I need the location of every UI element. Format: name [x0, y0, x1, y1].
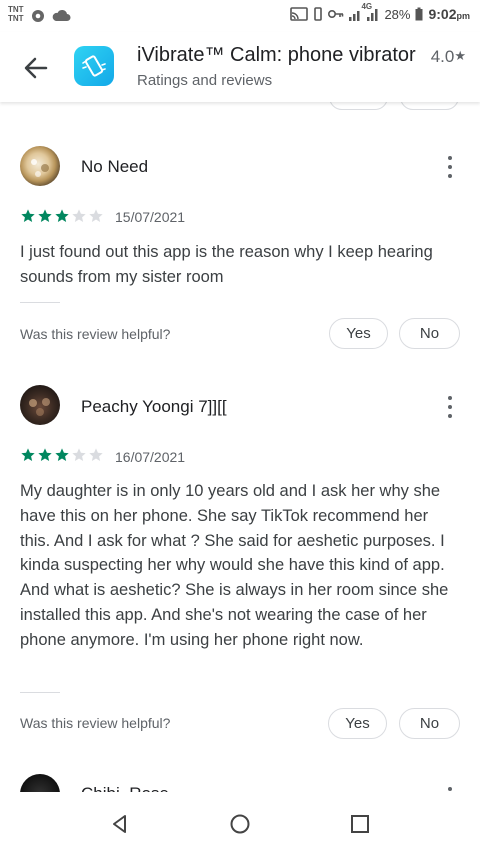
more-options-icon[interactable] [440, 393, 460, 421]
cloud-icon [52, 9, 71, 21]
more-options-icon[interactable] [440, 784, 460, 792]
carrier-2: TNT [8, 14, 24, 23]
helpful-no-button[interactable]: No [399, 708, 460, 739]
cast-icon [290, 7, 309, 21]
app-icon[interactable] [74, 46, 114, 86]
star-rating [20, 208, 104, 224]
star-filled-icon [21, 448, 35, 461]
app-title: iVibrate™ Calm: phone vibrator [137, 44, 416, 66]
system-nav-bar [0, 792, 480, 854]
clock-ampm: pm [456, 11, 471, 21]
review-text: I just found out this app is the reason … [20, 243, 433, 286]
prev-yes-button-edge[interactable] [329, 102, 388, 110]
star-filled-icon [21, 209, 35, 222]
status-right: 4G 28% 9:02pm [290, 2, 471, 22]
star-filled-icon [55, 448, 69, 461]
reviewer-name: Peachy Yoongi 7]][[ [81, 397, 227, 416]
divider [20, 302, 60, 303]
review-date: 15/07/2021 [115, 209, 186, 225]
divider [20, 692, 60, 693]
review-date: 16/07/2021 [115, 449, 186, 465]
star-filled-icon [38, 209, 52, 222]
settings-gear-icon [32, 10, 44, 22]
battery-percent: 28% [384, 6, 411, 22]
carrier-1: TNT [8, 5, 24, 14]
star-filled-icon [38, 448, 52, 461]
nav-home-icon[interactable] [228, 812, 252, 836]
more-options-icon[interactable] [440, 153, 460, 181]
star-filled-icon [55, 209, 69, 222]
star-empty-icon [89, 209, 103, 222]
carrier-labels: TNT TNT [8, 5, 24, 23]
star-empty-icon [72, 448, 86, 461]
key-icon [328, 10, 344, 18]
battery-icon [415, 7, 423, 21]
rating-star-icon: ★ [454, 48, 466, 63]
status-bar: TNT TNT 4G 28% 9:02pm [0, 0, 480, 32]
back-arrow-icon[interactable] [20, 52, 52, 84]
avatar[interactable] [20, 385, 60, 425]
reviewer-name: Chibi_Rose [81, 784, 169, 792]
reviews-list: No Need 15/07/2021 I just found out this… [0, 102, 480, 792]
star-empty-icon [89, 448, 103, 461]
helpful-prompt: Was this review helpful? [20, 326, 171, 342]
app-rating: 4.0★ [431, 47, 466, 67]
review-text: My daughter is in only 10 years old and … [20, 482, 449, 649]
star-empty-icon [72, 209, 86, 222]
avatar[interactable] [20, 146, 60, 186]
prev-no-button-edge[interactable] [400, 102, 459, 110]
helpful-no-button[interactable]: No [399, 318, 460, 349]
phone-vibrate-icon [82, 55, 106, 77]
vibrate-icon [314, 7, 323, 21]
nav-recents-icon[interactable] [348, 812, 372, 836]
page-subtitle: Ratings and reviews [137, 72, 273, 89]
app-header: iVibrate™ Calm: phone vibrator Ratings a… [0, 32, 480, 102]
nav-back-icon[interactable] [108, 812, 132, 836]
signal-icon: 4G [349, 2, 379, 22]
helpful-prompt: Was this review helpful? [20, 715, 171, 731]
star-rating [20, 447, 104, 463]
rating-value: 4.0 [430, 47, 455, 66]
clock: 9:02 [428, 6, 457, 22]
helpful-yes-button[interactable]: Yes [328, 708, 387, 739]
helpful-yes-button[interactable]: Yes [329, 318, 388, 349]
avatar[interactable] [20, 774, 60, 792]
reviewer-name: No Need [81, 157, 149, 176]
